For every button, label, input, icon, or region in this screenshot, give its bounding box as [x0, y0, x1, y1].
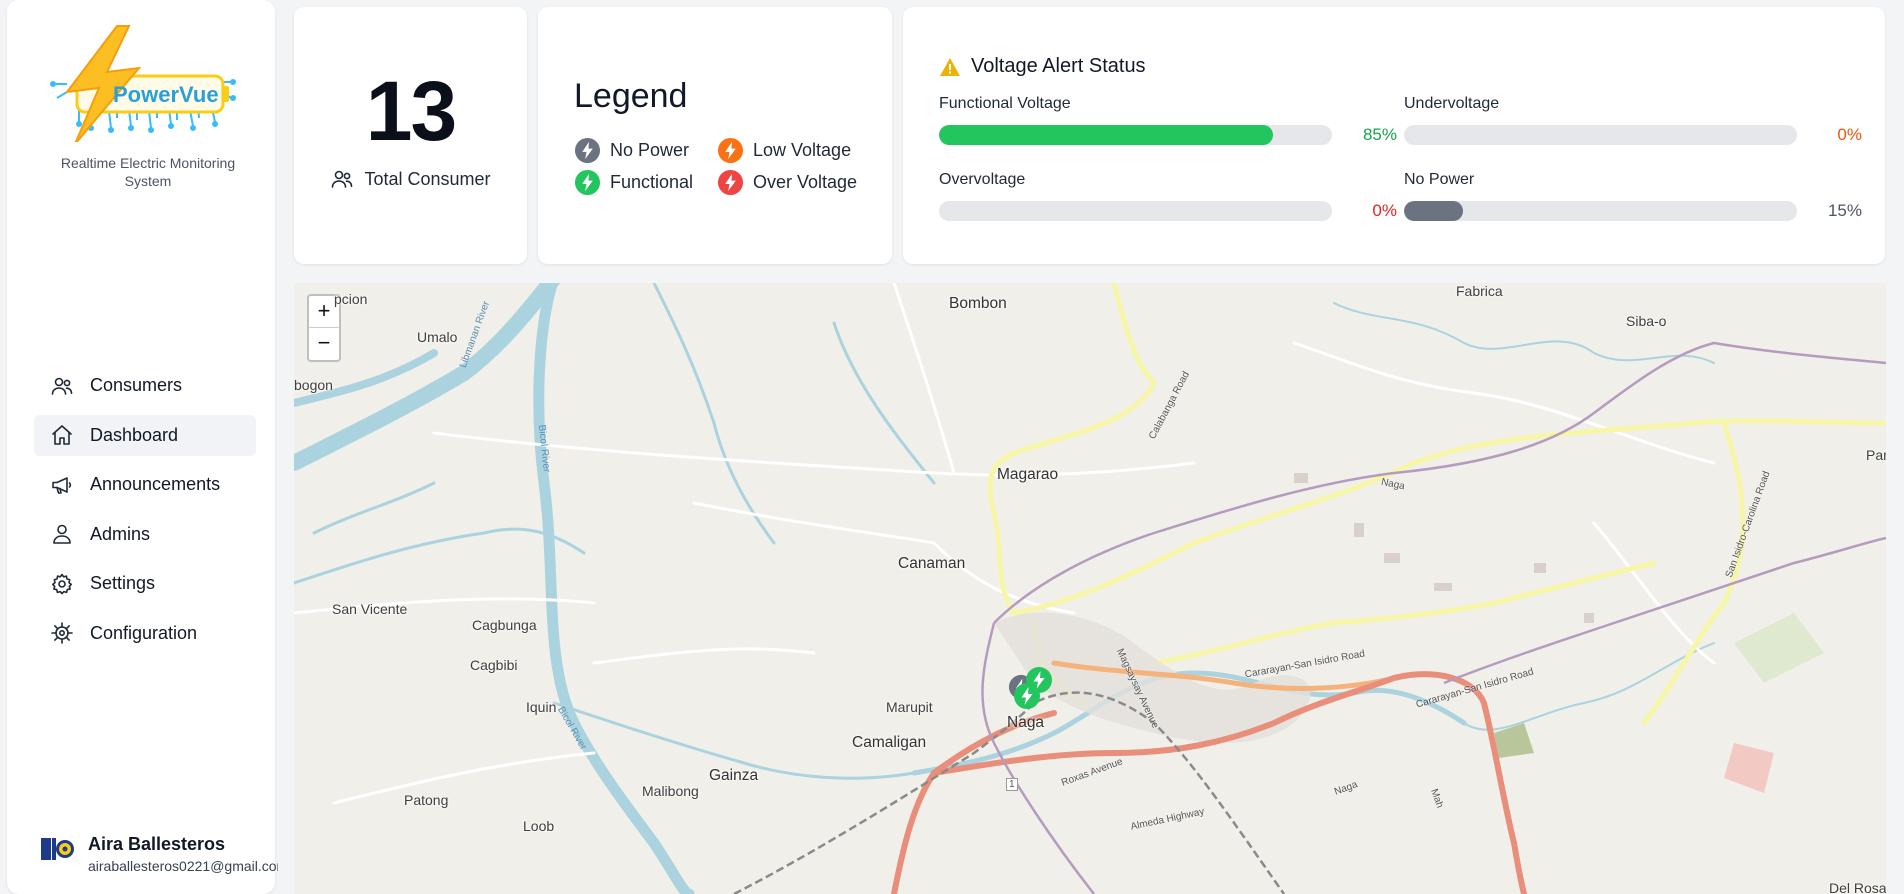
bar-percent: 0%	[1372, 201, 1397, 220]
nav-item-dashboard[interactable]: Dashboard	[34, 414, 256, 456]
overvoltage-stat: Overvoltage 0%	[939, 171, 1397, 231]
bolt-green-icon	[1014, 683, 1040, 709]
bar-label: Functional Voltage	[939, 95, 1071, 112]
user-name: Aira Ballesteros	[88, 834, 226, 854]
legend-label-functional: Functional	[610, 171, 694, 192]
map-place-label: Iquin	[526, 699, 557, 715]
users-icon	[51, 377, 73, 395]
map-place-label: Camaligan	[852, 734, 927, 751]
voltage-alert-card: Voltage Alert Status Functional Voltage …	[903, 7, 1885, 264]
bar-percent: 15%	[1827, 201, 1862, 220]
functional-voltage-stat: Functional Voltage 85%	[939, 95, 1397, 155]
user-icon	[53, 524, 71, 544]
progress-fill	[939, 125, 1274, 145]
voltage-alert-header: Voltage Alert Status	[939, 55, 1146, 78]
bar-percent: 0%	[1837, 125, 1862, 144]
legend-list: No Power Low Voltage Functional Over Vol…	[574, 137, 877, 195]
map-place-label: Umalo	[417, 329, 458, 345]
warning-icon	[940, 57, 960, 76]
main-nav: Consumers Dashboard Announcements Admins	[34, 365, 256, 662]
nav-item-consumers[interactable]: Consumers	[34, 365, 256, 406]
bar-label: Overvoltage	[939, 171, 1026, 188]
map-place-label: pcion	[334, 291, 368, 307]
bolt-green-icon	[574, 169, 601, 195]
map-place-label: Malibong	[642, 783, 699, 799]
nav-label-settings: Settings	[90, 573, 156, 593]
undervoltage-stat: Undervoltage 0%	[1404, 95, 1862, 155]
map-tiles[interactable]	[294, 283, 1886, 894]
map-place-label: Magarao	[997, 466, 1059, 483]
bar-label: Undervoltage	[1404, 95, 1500, 112]
sidebar: PowerVue Realtime Electric Monitoring Sy…	[7, 0, 278, 894]
nav-label-dashboard: Dashboard	[90, 424, 179, 445]
map-place-label: Patong	[404, 792, 449, 808]
total-consumer-card: 13 Total Consumer	[294, 7, 527, 264]
progress-track	[1404, 201, 1797, 221]
legend-label-no-power: No Power	[610, 139, 690, 160]
map-place-label: Fabrica	[1456, 283, 1503, 299]
powervue-logo[interactable]: PowerVue	[47, 22, 237, 145]
bolt-orange-icon	[717, 137, 744, 163]
nav-item-settings[interactable]: Settings	[34, 563, 256, 604]
cog-icon	[51, 622, 73, 644]
nav-item-admins[interactable]: Admins	[34, 514, 256, 555]
progress-track	[939, 201, 1332, 221]
progress-fill	[1404, 201, 1463, 221]
bar-percent: 85%	[1362, 125, 1397, 144]
legend-item-low-voltage: Low Voltage	[717, 137, 877, 163]
bolt-red-icon	[717, 169, 744, 195]
nav-label-consumers: Consumers	[90, 375, 183, 395]
total-consumer-label: Total Consumer	[364, 168, 491, 189]
zoom-out-button[interactable]: −	[309, 328, 339, 360]
total-consumer-label-row: Total Consumer	[294, 167, 527, 191]
gear-icon	[52, 573, 72, 594]
map-place-label: Marupit	[886, 699, 933, 715]
no-power-stat: No Power 15%	[1404, 171, 1862, 231]
legend-item-over-voltage: Over Voltage	[717, 169, 877, 195]
nav-label-admins: Admins	[90, 523, 151, 544]
map-place-label: San Vicente	[332, 601, 408, 617]
map-place-label: Del Rosa	[1829, 880, 1886, 894]
total-consumer-count: 13	[365, 64, 457, 158]
megaphone-icon	[52, 476, 72, 494]
map-place-label: Bombon	[949, 295, 1007, 312]
voltage-alert-title: Voltage Alert Status	[971, 55, 1146, 77]
nav-label-configuration: Configuration	[90, 622, 198, 643]
svg-text:PowerVue: PowerVue	[113, 82, 219, 107]
progress-track	[1404, 125, 1797, 145]
users-icon	[332, 170, 353, 188]
map-place-label: Loob	[523, 818, 555, 834]
progress-track	[939, 125, 1332, 145]
map-place-label: Cagbunga	[472, 617, 537, 633]
avatar	[39, 836, 77, 862]
map-place-label: Siba-o	[1626, 313, 1667, 329]
consumer-map[interactable]: + − Bombon Fabrica Siba-o Umalo pcion bo…	[294, 283, 1886, 894]
user-profile[interactable]: Aira Ballesteros airaballesteros0221@gma…	[39, 832, 283, 882]
map-road-shield: 1	[1006, 778, 1018, 791]
map-marker-functional[interactable]	[1013, 682, 1041, 715]
bar-label: No Power	[1404, 171, 1475, 188]
bolt-gray-icon	[574, 137, 601, 163]
map-place-label: Gainza	[709, 767, 759, 784]
map-place-label: Canaman	[898, 555, 966, 572]
map-place-label: bogon	[294, 377, 333, 393]
legend-item-functional: Functional	[574, 169, 717, 195]
legend-item-no-power: No Power	[574, 137, 717, 163]
legend-label-over-voltage: Over Voltage	[753, 171, 858, 192]
map-place-label: Pan	[1866, 447, 1886, 463]
brand-subtitle: Realtime Electric Monitoring System	[60, 155, 236, 189]
user-email: airaballesteros0221@gmail.com	[88, 858, 278, 874]
legend-title: Legend	[574, 77, 688, 115]
nav-item-announcements[interactable]: Announcements	[34, 464, 256, 505]
map-place-label: Naga	[1007, 714, 1045, 731]
nav-label-announcements: Announcements	[90, 474, 221, 494]
legend-label-low-voltage: Low Voltage	[753, 139, 852, 160]
nav-item-configuration[interactable]: Configuration	[34, 613, 256, 654]
home-icon	[52, 425, 72, 445]
map-place-label: Cagbibi	[470, 657, 518, 673]
legend-card: Legend No Power Low Voltage Functional O…	[538, 7, 892, 264]
